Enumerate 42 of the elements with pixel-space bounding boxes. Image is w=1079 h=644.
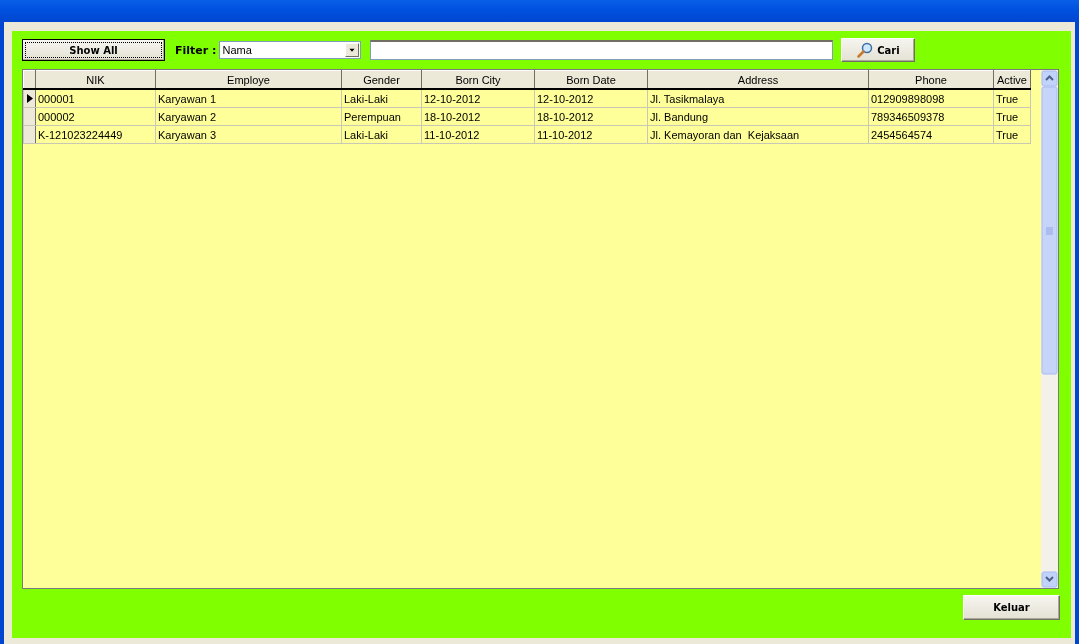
search-button[interactable]: Cari (841, 38, 916, 62)
column-header[interactable]: Gender (341, 70, 422, 89)
table-cell: Laki-Laki (341, 125, 422, 144)
table-cell: 11-10-2012 (421, 125, 535, 144)
table-cell: 12-10-2012 (534, 89, 648, 108)
table-cell: Karyawan 3 (155, 125, 342, 144)
vertical-scrollbar[interactable] (1041, 70, 1058, 588)
column-header[interactable]: NIK (35, 70, 156, 89)
search-icon (857, 42, 874, 58)
table-cell: True (993, 89, 1031, 108)
table-cell: 000001 (35, 89, 156, 108)
filter-label: Filter : (175, 43, 217, 57)
table-cell: Jl. Bandung (647, 107, 869, 126)
table-cell: 2454564574 (868, 125, 994, 144)
table-cell: Laki-Laki (341, 89, 422, 108)
exit-button[interactable]: Keluar (963, 595, 1060, 620)
table-cell: 000002 (35, 107, 156, 126)
row-pointer-icon (26, 94, 33, 103)
table-cell: 12-10-2012 (421, 89, 535, 108)
column-header[interactable]: Active (993, 70, 1031, 89)
table-cell: Jl. Tasikmalaya (647, 89, 869, 108)
column-header[interactable]: Employe (155, 70, 342, 89)
table-cell: Karyawan 1 (155, 89, 342, 108)
table-cell: Perempuan (341, 107, 422, 126)
table-cell: 18-10-2012 (534, 107, 648, 126)
table-cell: Jl. Kemayoran dan Kejaksaan (647, 125, 869, 144)
column-header[interactable]: Born Date (534, 70, 648, 89)
column-header[interactable]: Born City (421, 70, 535, 89)
filter-dropdown[interactable]: Nama (219, 41, 362, 59)
column-header[interactable]: Address (647, 70, 869, 89)
table-cell: 789346509378 (868, 107, 994, 126)
show-all-button[interactable]: Show All (22, 39, 165, 61)
table-cell: 012909898098 (868, 89, 994, 108)
table-cell: True (993, 125, 1031, 144)
search-field[interactable] (370, 40, 834, 60)
table-cell: Karyawan 2 (155, 107, 342, 126)
table-cell: 18-10-2012 (421, 107, 535, 126)
table-cell: K-121023224449 (35, 125, 156, 144)
corner-header (23, 70, 36, 89)
table-cell: True (993, 107, 1031, 126)
column-header[interactable]: Phone (868, 70, 994, 89)
table-cell: 11-10-2012 (534, 125, 648, 144)
